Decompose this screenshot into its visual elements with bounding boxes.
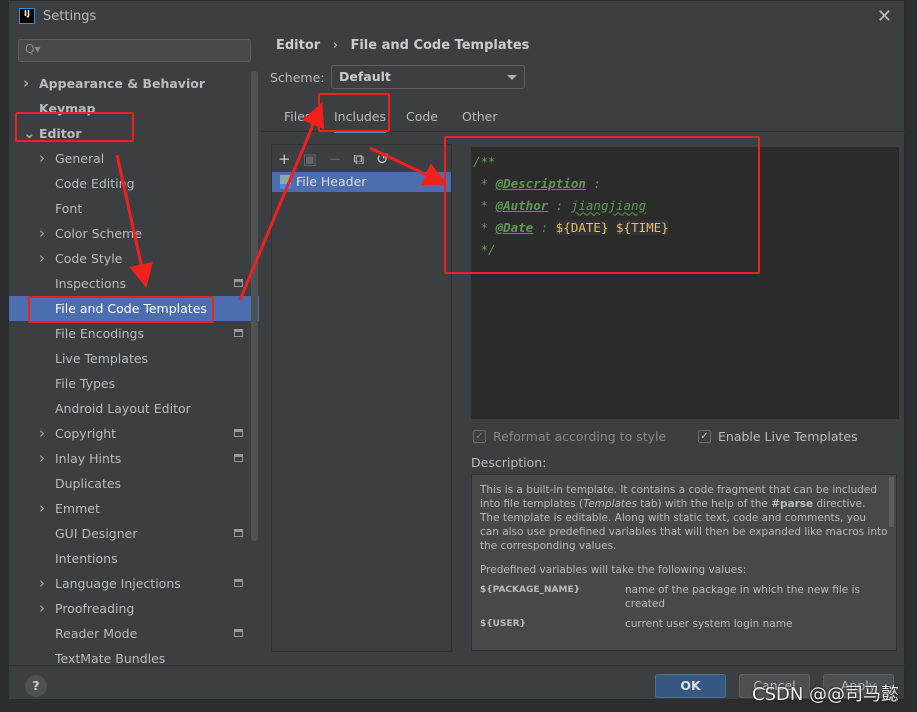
annotation-arrow [369,146,448,186]
annotation-arrows [115,102,448,301]
annotation-arrow [115,154,153,288]
annotation-arrow [238,102,325,301]
watermark: CSDN @@司马懿 [752,684,900,705]
